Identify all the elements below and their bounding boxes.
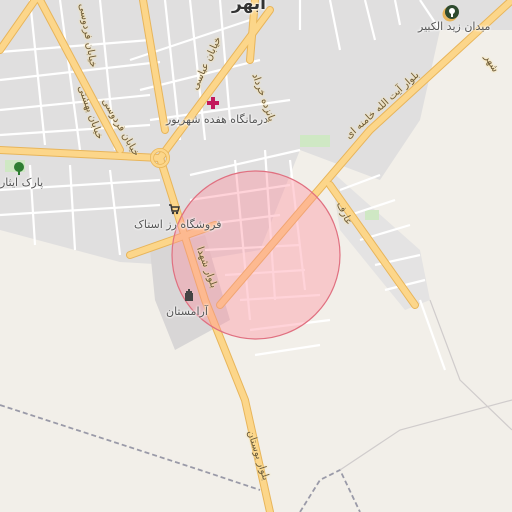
store-label[interactable]: فروشگاه رز استاک [134, 218, 221, 231]
cemetery-label[interactable]: آرامستان [166, 305, 208, 318]
city-label: ابهر [232, 0, 267, 14]
clinic-label[interactable]: درمانگاه هفده شهریور [166, 113, 268, 126]
map-canvas[interactable]: ابهر درمانگاه هفده شهریور پارک ایثار فرو… [0, 0, 512, 512]
hospital-icon[interactable] [206, 96, 220, 110]
square-label[interactable]: میدان زید الکبیر [418, 20, 490, 33]
park-label[interactable]: پارک ایثار [0, 176, 43, 189]
